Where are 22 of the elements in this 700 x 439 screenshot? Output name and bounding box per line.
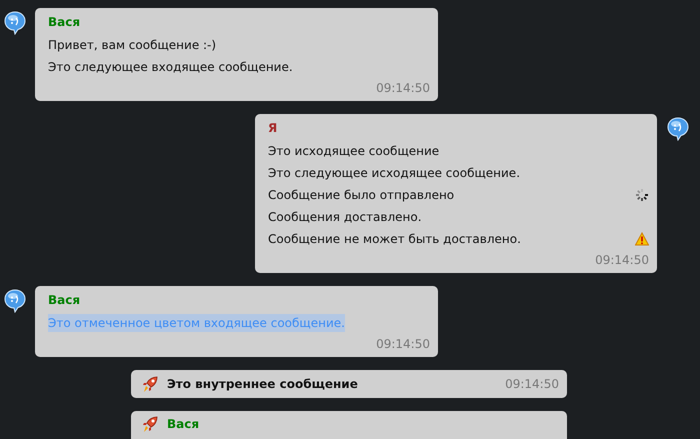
sender-name: Вася [48,292,82,308]
message-text: Это следующее входящее сообщение. [48,59,293,76]
message-text: Сообщения доставлено. [268,209,422,226]
message-text: Это внутреннее сообщение [167,376,359,393]
message-text: Это следующее исходящее сообщение. [268,165,520,182]
timestamp: 09:14:50 [505,376,559,393]
message-text: Это исходящее сообщение [268,143,440,160]
chat-bubble-avatar-icon [667,117,689,141]
sender-name: Я [268,120,278,136]
message-text: Сообщение не может быть доставлено. [268,231,521,248]
timestamp: 09:14:50 [375,80,430,96]
sender-name: Вася [48,14,82,30]
timestamp: 09:14:50 [594,252,649,268]
timestamp: 09:14:50 [375,336,430,352]
sender-name: Вася [167,416,200,433]
chat-bubble-avatar-icon [4,289,26,313]
message-text: Это отмеченное цветом входящее сообщение. [48,314,345,332]
rocket-icon [141,415,159,433]
message-text: Привет, вам сообщение :-) [48,37,216,54]
rocket-icon [141,375,159,393]
chat-bubble-avatar-icon [4,11,26,35]
message-text: Сообщение было отправлено [268,187,454,204]
